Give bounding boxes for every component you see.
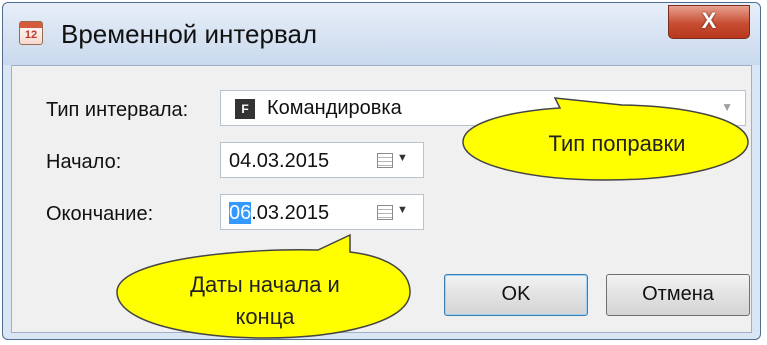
type-callout-text: Тип поправки	[548, 131, 686, 156]
annotation-layer	[116, 97, 749, 339]
dates-callout-line2: конца	[235, 304, 295, 329]
dates-callout-line1: Даты начала и	[190, 272, 340, 297]
